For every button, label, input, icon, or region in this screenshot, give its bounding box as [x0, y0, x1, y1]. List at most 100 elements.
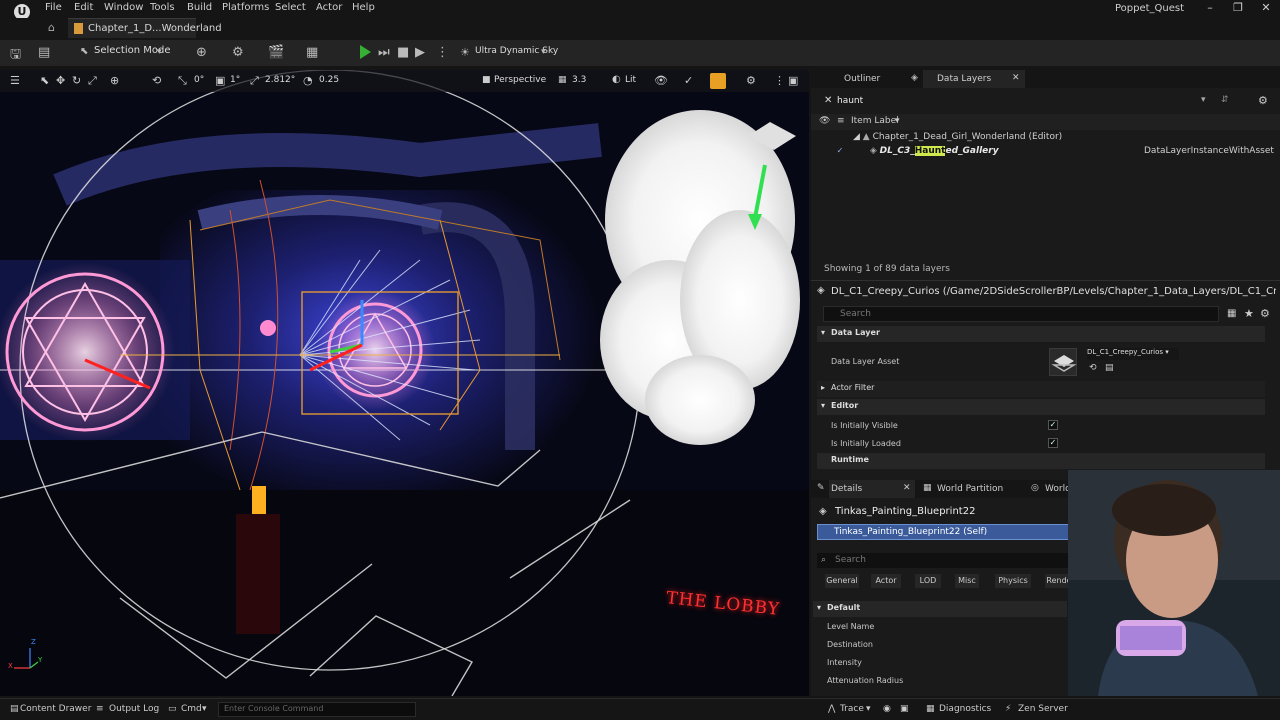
fov-value[interactable]: 3.3 — [572, 75, 586, 85]
section-actor-filter-label: Actor Filter — [831, 383, 875, 392]
blueprint-icon[interactable]: ⚙ — [232, 45, 244, 60]
scale-snap-value[interactable]: 2.812° — [265, 75, 295, 85]
close-tab-icon[interactable]: ✕ — [903, 483, 911, 493]
section-editor[interactable]: ▾ Editor — [817, 399, 1265, 415]
data-layer-search[interactable]: Search — [823, 306, 1219, 322]
realtime-icon[interactable]: ✓ — [684, 74, 693, 87]
close-tab-icon[interactable]: ✕ — [1012, 73, 1020, 83]
play-button[interactable] — [360, 45, 371, 59]
asset-thumbnail[interactable] — [1049, 348, 1077, 376]
settings-icon[interactable]: ⚙ — [1260, 307, 1270, 320]
select-tool-icon[interactable]: ⬉ — [40, 74, 49, 87]
expand-arrow-icon[interactable]: ◢ — [853, 132, 860, 142]
section-runtime[interactable]: Runtime — [817, 453, 1265, 469]
menu-select[interactable]: Select — [275, 2, 306, 13]
level-viewport[interactable]: Z X Y THE LOBBY ☰ ⬉ ✥ ↻ ⤢ ⊕ ⟲ ⤡ 0° ▣ 1° … — [0, 70, 809, 696]
step-icon[interactable]: ⏭ — [378, 45, 390, 60]
console-input[interactable]: Enter Console Command — [218, 702, 416, 717]
menu-help[interactable]: Help — [352, 2, 375, 13]
settings-icon[interactable]: ⚙ — [746, 74, 756, 87]
asset-dropdown[interactable]: DL_C1_Creepy_Curios ▾ — [1087, 348, 1179, 360]
section-data-layer-label: Data Layer — [831, 328, 880, 337]
surface-snap-icon[interactable]: ⟲ — [152, 74, 161, 87]
column-item-label[interactable]: Item Label — [851, 116, 899, 126]
outliner-search-input[interactable]: haunt — [837, 96, 863, 106]
tree-row-data-layer[interactable]: ✓ ◈ DL_C3_Haunted_Gallery — [835, 146, 999, 157]
content-drawer-button[interactable]: Content Drawer — [20, 704, 91, 714]
trace-button[interactable]: Trace — [840, 704, 864, 714]
camera-speed-value[interactable]: 0.25 — [319, 75, 339, 85]
screenshot-icon[interactable]: ▣ — [900, 704, 909, 714]
layer-checkbox[interactable]: ✓ — [835, 147, 845, 157]
platforms-icon[interactable]: ▦ — [306, 45, 318, 60]
add-actor-icon[interactable]: ⊕ — [196, 45, 207, 60]
rotation-snap-value[interactable]: 1° — [230, 75, 240, 85]
more-icon[interactable]: ⋮ — [774, 74, 785, 87]
menu-actor[interactable]: Actor — [316, 2, 342, 13]
filter-actor[interactable]: Actor — [871, 574, 901, 588]
use-selected-icon[interactable]: ⟲ — [1089, 363, 1097, 373]
home-icon[interactable]: ⌂ — [48, 21, 55, 34]
favorite-star-icon[interactable]: ★ — [1244, 307, 1254, 320]
filter-general[interactable]: General — [825, 574, 859, 588]
stop-icon[interactable]: ■ — [397, 45, 409, 60]
world-space-icon[interactable]: ⊕ — [110, 74, 119, 87]
menu-tools[interactable]: Tools — [150, 2, 175, 13]
chevron-down-icon: ▾ — [541, 47, 546, 57]
collapse-icon[interactable]: ⇵ — [1221, 95, 1229, 105]
scale-snap-icon[interactable]: ⤢ — [250, 74, 259, 88]
menu-build[interactable]: Build — [187, 2, 212, 13]
translate-tool-icon[interactable]: ✥ — [56, 74, 65, 87]
menu-edit[interactable]: Edit — [74, 2, 93, 13]
initially-visible-checkbox[interactable]: ✓ — [1048, 420, 1058, 430]
layout-icon[interactable]: ▣ — [788, 74, 798, 87]
filter-lod[interactable]: LOD — [915, 574, 941, 588]
prop-data-layer-asset: Data Layer Asset — [831, 357, 900, 366]
snap-active-icon[interactable] — [710, 73, 726, 89]
cmd-dropdown[interactable]: Cmd — [181, 704, 202, 714]
content-browser-icon[interactable]: ▤ — [38, 45, 50, 60]
tree-row-world[interactable]: ◢ ▲ Chapter_1_Dead_Girl_Wonderland (Edit… — [853, 132, 1062, 142]
outliner-column-header: 👁 ≡ Item Label ▾ — [811, 114, 1280, 130]
save-icon[interactable]: 🖫 — [10, 45, 21, 67]
section-actor-filter[interactable]: ▸ Actor Filter — [817, 381, 1265, 397]
scale-tool-icon[interactable]: ⤢ — [88, 74, 97, 88]
chevron-down-icon[interactable]: ▾ — [1201, 95, 1206, 105]
filter-misc[interactable]: Misc — [955, 574, 979, 588]
diagnostics-button[interactable]: Diagnostics — [939, 704, 991, 714]
record-icon[interactable]: ◉ — [883, 704, 891, 714]
cinematics-icon[interactable]: 🎬 — [268, 45, 284, 60]
browse-asset-icon[interactable]: ▤ — [1105, 363, 1114, 373]
output-log-button[interactable]: Output Log — [109, 704, 159, 714]
clear-search-icon[interactable]: ✕ — [824, 95, 832, 106]
section-data-layer[interactable]: ▾ Data Layer — [817, 326, 1265, 342]
menu-file[interactable]: File — [45, 2, 62, 13]
axis-y-label: Y — [38, 656, 43, 664]
zen-server-button[interactable]: Zen Server — [1018, 704, 1068, 714]
tab-data-layers[interactable]: Data Layers — [923, 70, 1025, 88]
viewport-menu-icon[interactable]: ☰ — [10, 74, 20, 87]
lit-dropdown[interactable]: Lit — [625, 75, 636, 85]
minimize-icon[interactable]: – — [1203, 1, 1217, 14]
rotation-snap-icon[interactable]: ▣ — [215, 74, 225, 87]
section-default[interactable]: ▾ Default — [813, 601, 1067, 617]
level-tab[interactable]: Chapter_1_D...Wonderland — [68, 18, 222, 38]
rotate-tool-icon[interactable]: ↻ — [72, 74, 81, 87]
perspective-dropdown[interactable]: Perspective — [494, 75, 546, 85]
filter-physics[interactable]: Physics — [995, 574, 1031, 588]
tab-world-partition[interactable]: World Partition — [937, 480, 1003, 498]
grid-snap-icon[interactable]: ⤡ — [178, 74, 187, 88]
grid-view-icon[interactable]: ▦ — [1227, 308, 1236, 319]
menu-platforms[interactable]: Platforms — [222, 2, 269, 13]
maximize-icon[interactable]: ❐ — [1231, 1, 1245, 14]
show-flags-icon[interactable]: 👁 — [654, 74, 668, 87]
initially-loaded-checkbox[interactable]: ✓ — [1048, 438, 1058, 448]
close-window-icon[interactable]: ✕ — [1259, 1, 1273, 14]
tab-outliner[interactable]: Outliner — [816, 70, 911, 88]
more-options-icon[interactable]: ⋮ — [436, 45, 449, 60]
settings-icon[interactable]: ⚙ — [1258, 94, 1268, 107]
menu-window[interactable]: Window — [104, 2, 143, 13]
camera-speed-icon[interactable]: ◔ — [303, 74, 313, 87]
grid-snap-value[interactable]: 0° — [194, 75, 204, 85]
launch-icon[interactable]: ▶ — [415, 45, 425, 60]
